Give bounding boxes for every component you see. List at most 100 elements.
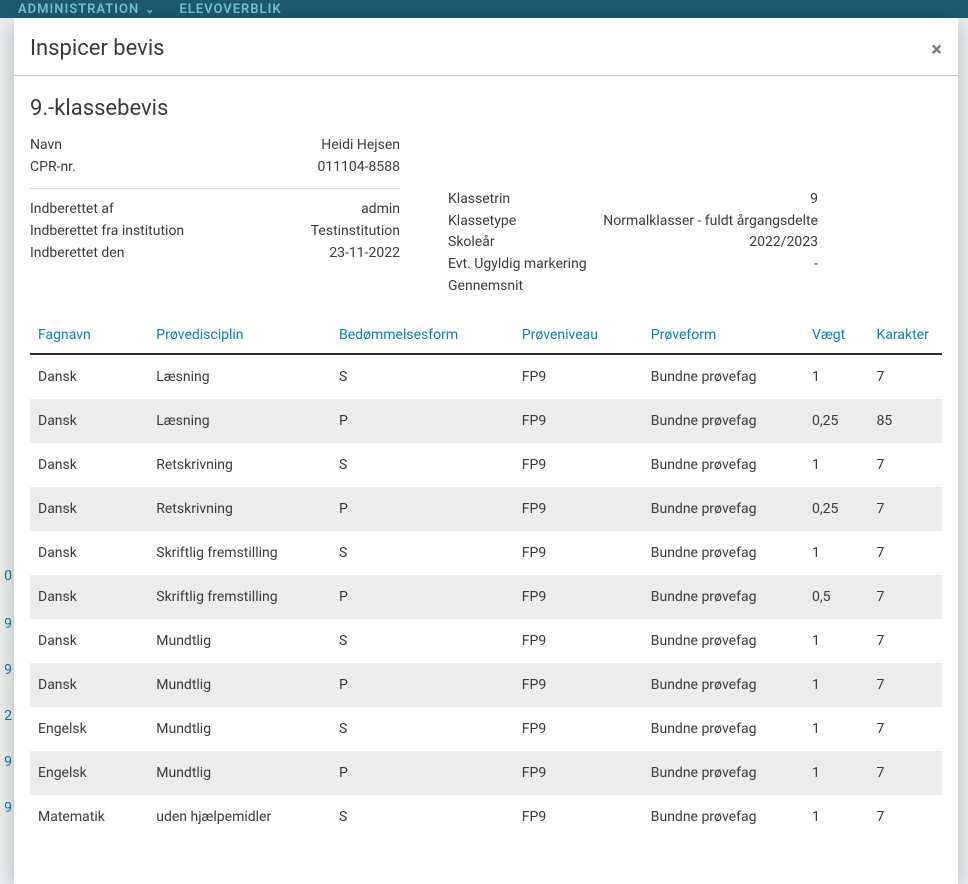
cell-niveau: FP9	[514, 487, 643, 531]
inspect-certificate-dialog: Inspicer bevis × 9.-klassebevis Navn Hei…	[14, 18, 958, 884]
cell-vaegt: 1	[804, 531, 869, 575]
cell-bedform: P	[331, 751, 514, 795]
cell-bedform: S	[331, 707, 514, 751]
col-header-bedform[interactable]: Bedømmelsesform	[331, 317, 514, 354]
dialog-title: Inspicer bevis	[30, 36, 165, 61]
dialog-body: 9.-klassebevis Navn Heidi Hejsen CPR-nr.…	[14, 76, 958, 884]
grades-table-body: DanskLæsningSFP9Bundne prøvefag17DanskLæ…	[30, 354, 942, 839]
cell-niveau: FP9	[514, 795, 643, 839]
info-row-indb-inst: Indberettet fra institution Testinstitut…	[30, 221, 400, 243]
table-row: Matematikuden hjælpemidlerSFP9Bundne prø…	[30, 795, 942, 839]
cell-fagnavn: Dansk	[30, 487, 148, 531]
cell-vaegt: 1	[804, 795, 869, 839]
info-value: 2022/2023	[749, 232, 818, 254]
cell-form: Bundne prøvefag	[643, 443, 804, 487]
cell-bedform: P	[331, 487, 514, 531]
info-label: Klassetype	[448, 211, 516, 233]
cell-fagnavn: Engelsk	[30, 751, 148, 795]
cell-fagnavn: Dansk	[30, 575, 148, 619]
info-label: CPR-nr.	[30, 157, 76, 179]
background-nav: ADMINISTRATION ⌄ ELEVOVERBLIK	[0, 0, 968, 18]
table-row: DanskMundtligSFP9Bundne prøvefag17	[30, 619, 942, 663]
info-row-cpr: CPR-nr. 011104-8588	[30, 157, 400, 179]
cell-niveau: FP9	[514, 531, 643, 575]
col-header-fagnavn[interactable]: Fagnavn	[30, 317, 148, 354]
cell-fagnavn: Dansk	[30, 443, 148, 487]
info-label: Navn	[30, 135, 62, 157]
info-row-indb-af: Indberettet af admin	[30, 199, 400, 221]
table-row: DanskRetskrivningSFP9Bundne prøvefag17	[30, 443, 942, 487]
info-row-name: Navn Heidi Hejsen	[30, 135, 400, 157]
info-column-left: Navn Heidi Hejsen CPR-nr. 011104-8588 In…	[30, 135, 400, 297]
cell-fagnavn: Dansk	[30, 531, 148, 575]
cell-vaegt: 1	[804, 663, 869, 707]
bg-sliver-text: 9	[0, 754, 12, 774]
cell-karakter: 7	[869, 751, 943, 795]
info-value: 9	[810, 189, 818, 211]
close-icon[interactable]: ×	[931, 39, 942, 59]
cell-disciplin: Mundtlig	[148, 707, 331, 751]
nav-item-administration[interactable]: ADMINISTRATION ⌄	[18, 2, 155, 17]
col-header-karakter[interactable]: Karakter	[869, 317, 943, 354]
cell-niveau: FP9	[514, 619, 643, 663]
dialog-header: Inspicer bevis ×	[14, 18, 958, 76]
cell-bedform: P	[331, 663, 514, 707]
cell-disciplin: Retskrivning	[148, 487, 331, 531]
bg-sliver-text: 9	[0, 662, 12, 682]
cell-karakter: 7	[869, 443, 943, 487]
cell-vaegt: 0,25	[804, 399, 869, 443]
cell-niveau: FP9	[514, 707, 643, 751]
info-value: 011104-8588	[317, 157, 400, 179]
certificate-heading: 9.-klassebevis	[30, 96, 942, 121]
cell-vaegt: 1	[804, 443, 869, 487]
cell-fagnavn: Dansk	[30, 354, 148, 399]
col-header-disciplin[interactable]: Prøvedisciplin	[148, 317, 331, 354]
grades-table: Fagnavn Prøvedisciplin Bedømmelsesform P…	[30, 317, 942, 839]
info-value: -	[814, 254, 818, 276]
cell-disciplin: Mundtlig	[148, 751, 331, 795]
col-header-form[interactable]: Prøveform	[643, 317, 804, 354]
col-header-vaegt[interactable]: Vægt	[804, 317, 869, 354]
cell-karakter: 85	[869, 399, 943, 443]
cell-fagnavn: Matematik	[30, 795, 148, 839]
info-column-right: Klassetrin 9 Klassetype Normalklasser - …	[448, 135, 818, 297]
cell-karakter: 7	[869, 795, 943, 839]
cell-bedform: P	[331, 399, 514, 443]
cell-bedform: S	[331, 443, 514, 487]
info-value: Normalklasser - fuldt årgangsdelte	[603, 211, 818, 233]
cell-disciplin: Læsning	[148, 354, 331, 399]
cell-fagnavn: Dansk	[30, 663, 148, 707]
cell-form: Bundne prøvefag	[643, 575, 804, 619]
cell-fagnavn: Dansk	[30, 399, 148, 443]
table-row: DanskLæsningSFP9Bundne prøvefag17	[30, 354, 942, 399]
col-header-niveau[interactable]: Prøveniveau	[514, 317, 643, 354]
info-value: Testinstitution	[311, 221, 400, 243]
cell-form: Bundne prøvefag	[643, 663, 804, 707]
grades-table-head: Fagnavn Prøvedisciplin Bedømmelsesform P…	[30, 317, 942, 354]
cell-form: Bundne prøvefag	[643, 619, 804, 663]
cell-karakter: 7	[869, 663, 943, 707]
cell-form: Bundne prøvefag	[643, 751, 804, 795]
cell-bedform: S	[331, 795, 514, 839]
cell-niveau: FP9	[514, 663, 643, 707]
cell-vaegt: 1	[804, 707, 869, 751]
info-label: Gennemsnit	[448, 276, 523, 298]
cell-karakter: 7	[869, 487, 943, 531]
cell-disciplin: Mundtlig	[148, 663, 331, 707]
cell-niveau: FP9	[514, 751, 643, 795]
nav-item-elevoverblik[interactable]: ELEVOVERBLIK	[179, 2, 281, 17]
info-columns: Navn Heidi Hejsen CPR-nr. 011104-8588 In…	[30, 135, 942, 297]
cell-bedform: S	[331, 619, 514, 663]
info-row-ugyldig: Evt. Ugyldig markering -	[448, 254, 818, 276]
cell-vaegt: 0,5	[804, 575, 869, 619]
info-value: Heidi Hejsen	[321, 135, 400, 157]
table-row: DanskSkriftlig fremstillingSFP9Bundne pr…	[30, 531, 942, 575]
bg-sliver-text: 9	[0, 800, 12, 820]
cell-form: Bundne prøvefag	[643, 399, 804, 443]
cell-karakter: 7	[869, 354, 943, 399]
info-label: Indberettet af	[30, 199, 114, 221]
cell-niveau: FP9	[514, 575, 643, 619]
cell-disciplin: Læsning	[148, 399, 331, 443]
table-row: DanskSkriftlig fremstillingPFP9Bundne pr…	[30, 575, 942, 619]
divider	[30, 188, 400, 189]
